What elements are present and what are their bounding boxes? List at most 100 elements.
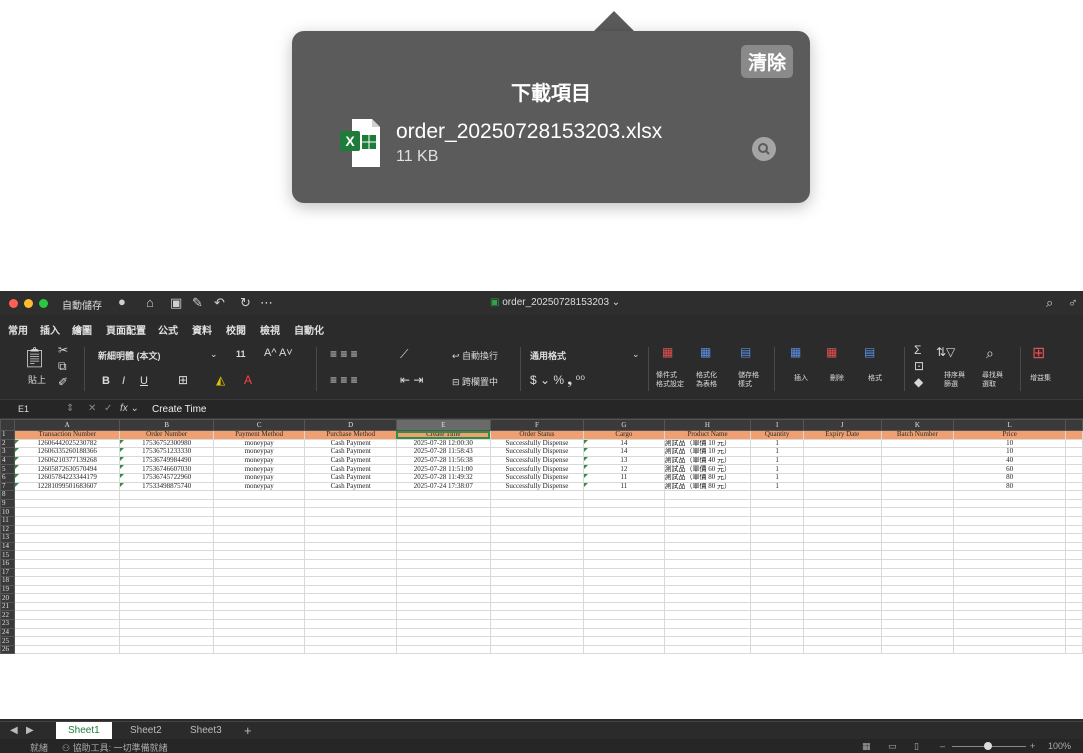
reveal-in-finder-button[interactable]: [752, 137, 776, 161]
zoom-level[interactable]: 100%: [1048, 741, 1071, 751]
cell[interactable]: 17536746607030: [119, 464, 214, 474]
cell[interactable]: [395, 636, 491, 646]
cell[interactable]: [13, 601, 121, 612]
cell[interactable]: [803, 636, 882, 646]
column-header[interactable]: E: [395, 419, 491, 431]
cell[interactable]: [395, 576, 491, 586]
cell[interactable]: moneypay: [212, 455, 306, 466]
cell[interactable]: moneypay: [212, 481, 306, 492]
cell[interactable]: [953, 558, 1067, 569]
home-icon[interactable]: ⌂: [146, 295, 154, 310]
cell[interactable]: 14: [583, 447, 665, 457]
cell[interactable]: [663, 524, 752, 535]
cell[interactable]: [119, 584, 214, 595]
addins-label[interactable]: 增益集: [1030, 373, 1051, 383]
cell[interactable]: [583, 524, 665, 535]
tab-formulas[interactable]: 公式: [158, 322, 178, 337]
cut-icon[interactable]: ✂: [58, 343, 68, 357]
orientation-icon[interactable]: ⟋: [400, 347, 408, 362]
cell[interactable]: Cash Payment: [304, 438, 397, 449]
column-header[interactable]: G: [583, 419, 665, 431]
cell[interactable]: [212, 610, 306, 621]
cell[interactable]: [750, 524, 805, 535]
indent-icon[interactable]: ⇤ ⇥: [400, 373, 423, 387]
column-header[interactable]: C: [212, 419, 306, 431]
cell[interactable]: [395, 644, 491, 655]
cell[interactable]: [119, 490, 214, 500]
cell[interactable]: [750, 576, 805, 586]
cell[interactable]: [803, 619, 882, 629]
cell[interactable]: [583, 644, 665, 655]
font-size-select[interactable]: 11: [236, 349, 246, 359]
cell[interactable]: [663, 567, 752, 578]
cell[interactable]: 17536749984490: [119, 455, 214, 466]
align-left-icon[interactable]: ≡ ≡ ≡: [330, 373, 358, 387]
cell[interactable]: [803, 507, 882, 517]
row-header[interactable]: 25: [0, 636, 15, 646]
cell[interactable]: 17533498875740: [119, 481, 214, 492]
cell[interactable]: 14: [583, 438, 665, 449]
cell[interactable]: 1: [750, 447, 805, 457]
row-header[interactable]: 17: [0, 567, 15, 578]
cell[interactable]: [119, 644, 214, 655]
cell[interactable]: [13, 498, 121, 509]
cell[interactable]: [13, 584, 121, 595]
cell[interactable]: [489, 619, 585, 629]
cell[interactable]: [304, 507, 397, 517]
cell[interactable]: Product Name: [663, 430, 752, 440]
cell[interactable]: [880, 601, 955, 612]
cell[interactable]: [953, 507, 1067, 517]
cell[interactable]: Batch Number: [880, 430, 955, 440]
cell[interactable]: [803, 567, 882, 578]
cell[interactable]: [119, 550, 214, 560]
cell[interactable]: [304, 584, 397, 595]
cell[interactable]: [1065, 558, 1083, 569]
cell[interactable]: [489, 507, 585, 517]
cell[interactable]: [750, 533, 805, 543]
column-header[interactable]: J: [803, 419, 882, 431]
cell[interactable]: Quantity: [750, 430, 805, 440]
cell[interactable]: 40: [953, 455, 1067, 466]
cell[interactable]: [395, 558, 491, 569]
cell[interactable]: [395, 601, 491, 612]
cell[interactable]: [212, 619, 306, 629]
cell[interactable]: [953, 567, 1067, 578]
cell-styles-label[interactable]: 儲存格 樣式: [738, 371, 759, 389]
cell[interactable]: [583, 601, 665, 612]
cell[interactable]: 11: [583, 472, 665, 483]
cell[interactable]: [803, 627, 882, 638]
currency-icon[interactable]: $ ⌄ % ❟ ⁰⁰: [530, 373, 585, 388]
column-header[interactable]: H: [663, 419, 752, 431]
zoom-slider-thumb[interactable]: [984, 742, 992, 750]
cell[interactable]: 1: [750, 455, 805, 466]
cell[interactable]: [489, 644, 585, 655]
cell[interactable]: [880, 593, 955, 603]
cell[interactable]: [663, 584, 752, 595]
cell[interactable]: [395, 567, 491, 578]
cell[interactable]: [663, 490, 752, 500]
cell[interactable]: [1065, 438, 1083, 449]
row-header[interactable]: 8: [0, 490, 15, 500]
cell[interactable]: [1065, 464, 1083, 474]
cell[interactable]: [880, 472, 955, 483]
cell[interactable]: [304, 490, 397, 500]
cancel-icon[interactable]: ✕: [88, 403, 96, 414]
cell[interactable]: [1065, 490, 1083, 500]
row-header[interactable]: 10: [0, 507, 15, 517]
addins-icon[interactable]: ⊞: [1032, 343, 1045, 363]
cell[interactable]: 測試品（單價 40 元）: [663, 455, 752, 466]
cell[interactable]: [212, 498, 306, 509]
sort-filter-label[interactable]: 排序與 篩選: [944, 371, 965, 389]
cell[interactable]: [212, 627, 306, 638]
cell[interactable]: [304, 550, 397, 560]
cell[interactable]: [750, 644, 805, 655]
find-icon[interactable]: ⌕: [986, 345, 994, 362]
cell[interactable]: Successfully Dispense: [489, 438, 585, 449]
cell[interactable]: [803, 601, 882, 612]
cell[interactable]: [750, 610, 805, 621]
download-file-name[interactable]: order_20250728153203.xlsx: [396, 120, 662, 144]
cell[interactable]: 測試品（單價 60 元）: [663, 464, 752, 474]
cell[interactable]: [953, 619, 1067, 629]
cell[interactable]: [489, 636, 585, 646]
cell[interactable]: [304, 524, 397, 535]
